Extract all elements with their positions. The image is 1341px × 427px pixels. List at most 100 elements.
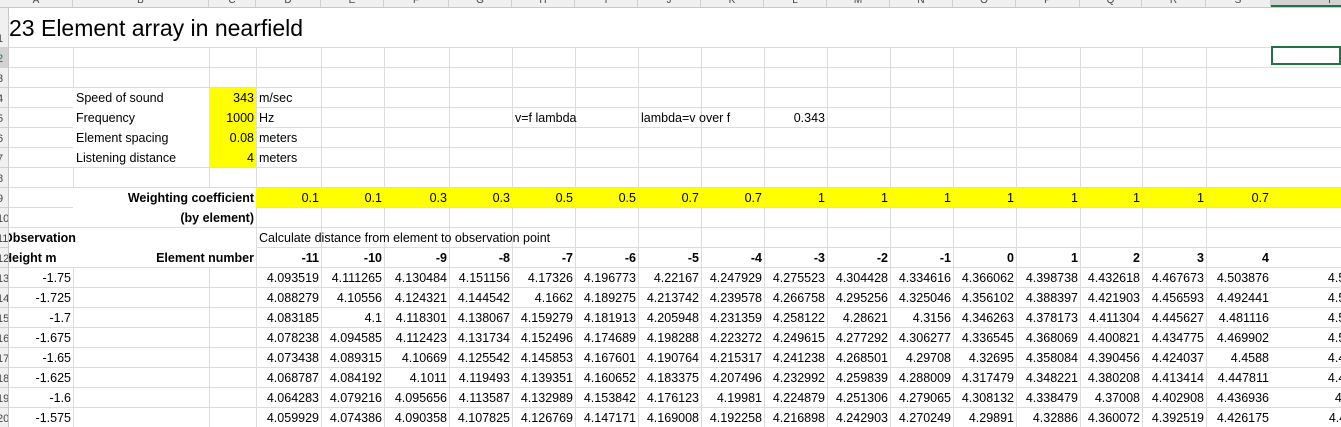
row-header-5[interactable]: 5 xyxy=(0,108,8,128)
distance-cell: 4.295256 xyxy=(835,291,888,305)
element-number: -6 xyxy=(624,251,636,265)
param-unit: meters xyxy=(259,151,298,165)
distance-cell: 4.074386 xyxy=(329,411,382,425)
distance-cell: 4.125542 xyxy=(457,351,510,365)
distance-cell: 4.068787 xyxy=(266,371,319,385)
distance-cell: 4.132989 xyxy=(520,391,573,405)
distance-cell: 4.207496 xyxy=(709,371,762,385)
row-number: 18 xyxy=(0,373,8,385)
distance-cell: 4.259839 xyxy=(835,371,888,385)
distance-cell: 4.5412003 xyxy=(1327,271,1341,285)
distance-cell: 4.402908 xyxy=(1151,391,1204,405)
distance-cell: 4.192258 xyxy=(709,411,762,425)
row-header-16[interactable]: 16 xyxy=(0,328,8,348)
distance-cell: 4.426175 xyxy=(1216,411,1269,425)
row-header-13[interactable]: 13 xyxy=(0,268,8,288)
column-header-i[interactable]: I xyxy=(575,0,638,7)
element-number: 4 xyxy=(1262,251,1269,265)
column-header-q[interactable]: Q xyxy=(1080,0,1142,7)
weight-value: 0.7 xyxy=(1271,188,1341,208)
row-header-2[interactable]: 2 xyxy=(0,48,8,68)
row-header-9[interactable]: 9 xyxy=(0,188,8,208)
height-value: -1.65 xyxy=(42,351,72,365)
distance-cell: 4.084192 xyxy=(329,371,382,385)
distance-cell: 4.358084 xyxy=(1025,351,1078,365)
row-header-19[interactable]: 19 xyxy=(0,388,8,408)
distance-cell: 4.130484 xyxy=(394,271,447,285)
row-header-6[interactable]: 6 xyxy=(0,128,8,148)
column-header-e[interactable]: E xyxy=(321,0,384,7)
column-header-f[interactable]: F xyxy=(384,0,449,7)
column-header-p[interactable]: P xyxy=(1016,0,1080,7)
distance-cell: 4.378173 xyxy=(1025,311,1078,325)
distance-cell: 4.153842 xyxy=(583,391,636,405)
row-header-11[interactable]: 11 xyxy=(0,228,8,248)
element-number: -5 xyxy=(687,251,699,265)
distance-cell: 4.348221 xyxy=(1025,371,1078,385)
column-header-d[interactable]: D xyxy=(256,0,321,7)
distance-cell: 4.268501 xyxy=(835,351,888,365)
weight-value: 0.7 xyxy=(744,191,762,205)
distance-cell: 4.366062 xyxy=(961,271,1014,285)
distance-cell: 4.392519 xyxy=(1151,411,1204,425)
column-header-n[interactable]: N xyxy=(890,0,953,7)
column-header-k[interactable]: K xyxy=(701,0,764,7)
weighting-label: Weighting coefficient xyxy=(127,191,254,205)
row-header-10[interactable]: 10 xyxy=(0,208,8,228)
height-value: -1.675 xyxy=(35,331,71,345)
distance-cell: 4.4947191 xyxy=(1327,351,1341,365)
param-value: 1000 xyxy=(226,111,254,125)
row-header-3[interactable]: 3 xyxy=(0,68,8,88)
distance-cell: 4.073438 xyxy=(266,351,319,365)
element-number-label: Element number xyxy=(156,251,254,265)
row-number: 13 xyxy=(0,273,8,285)
selected-cell[interactable] xyxy=(1271,46,1341,65)
distance-cell: 4.251306 xyxy=(835,391,888,405)
param-unit: meters xyxy=(259,131,298,145)
row-header-8[interactable]: 8 xyxy=(0,168,8,188)
distance-cell: 4.189275 xyxy=(583,291,636,305)
column-header-h[interactable]: H xyxy=(512,0,575,7)
distance-cell: 4.159279 xyxy=(520,311,573,325)
row-header-1[interactable]: 1 xyxy=(0,8,8,48)
row-header-12[interactable]: 12 xyxy=(0,248,8,268)
element-number: 1 xyxy=(1071,251,1078,265)
column-header-s[interactable]: S xyxy=(1206,0,1271,7)
distance-cell: 4.213742 xyxy=(646,291,699,305)
height-value: -1.575 xyxy=(35,411,71,425)
row-header-14[interactable]: 14 xyxy=(0,288,8,308)
distance-cell: 4.4610117 xyxy=(1328,411,1341,425)
column-header-j[interactable]: J xyxy=(638,0,701,7)
row-header-17[interactable]: 17 xyxy=(0,348,8,368)
distance-cell: 4.083185 xyxy=(266,311,319,325)
column-header-a[interactable]: A xyxy=(0,0,73,7)
row-header-18[interactable]: 18 xyxy=(0,368,8,388)
column-header-c[interactable]: C xyxy=(209,0,256,7)
distance-cell: 4.334616 xyxy=(898,271,951,285)
column-header-m[interactable]: M xyxy=(827,0,890,7)
column-header-o[interactable]: O xyxy=(953,0,1016,7)
row-header-7[interactable]: 7 xyxy=(0,148,8,168)
distance-cell: 4.205948 xyxy=(646,311,699,325)
distance-cell: 4.223272 xyxy=(709,331,762,345)
distance-cell: 4.089315 xyxy=(329,351,382,365)
distance-cell: 4.232992 xyxy=(772,371,825,385)
weight-value: 0.1 xyxy=(364,191,382,205)
column-header-b[interactable]: B xyxy=(73,0,209,7)
column-header-t[interactable]: T xyxy=(1271,0,1341,7)
distance-cell: 4.22167 xyxy=(653,271,699,285)
worksheet-grid[interactable]: Speed of sound 343 m/sec Frequency 1000 Hz Ele… xyxy=(9,8,1341,427)
distance-cell: 4.1 xyxy=(364,311,382,325)
row-header-20[interactable]: 20 xyxy=(0,408,8,427)
column-header-r[interactable]: R xyxy=(1142,0,1206,7)
column-header-l[interactable]: L xyxy=(764,0,827,7)
distance-cell: 4.176123 xyxy=(646,391,699,405)
column-header-g[interactable]: G xyxy=(449,0,512,7)
distance-cell: 4.144542 xyxy=(457,291,510,305)
row-header-15[interactable]: 15 xyxy=(0,308,8,328)
weight-value: 0.7 xyxy=(1251,191,1269,205)
distance-cell: 4.242903 xyxy=(835,411,888,425)
distance-cell: 4.093519 xyxy=(266,271,319,285)
distance-cell: 4.107825 xyxy=(457,411,510,425)
row-header-4[interactable]: 4 xyxy=(0,88,8,108)
